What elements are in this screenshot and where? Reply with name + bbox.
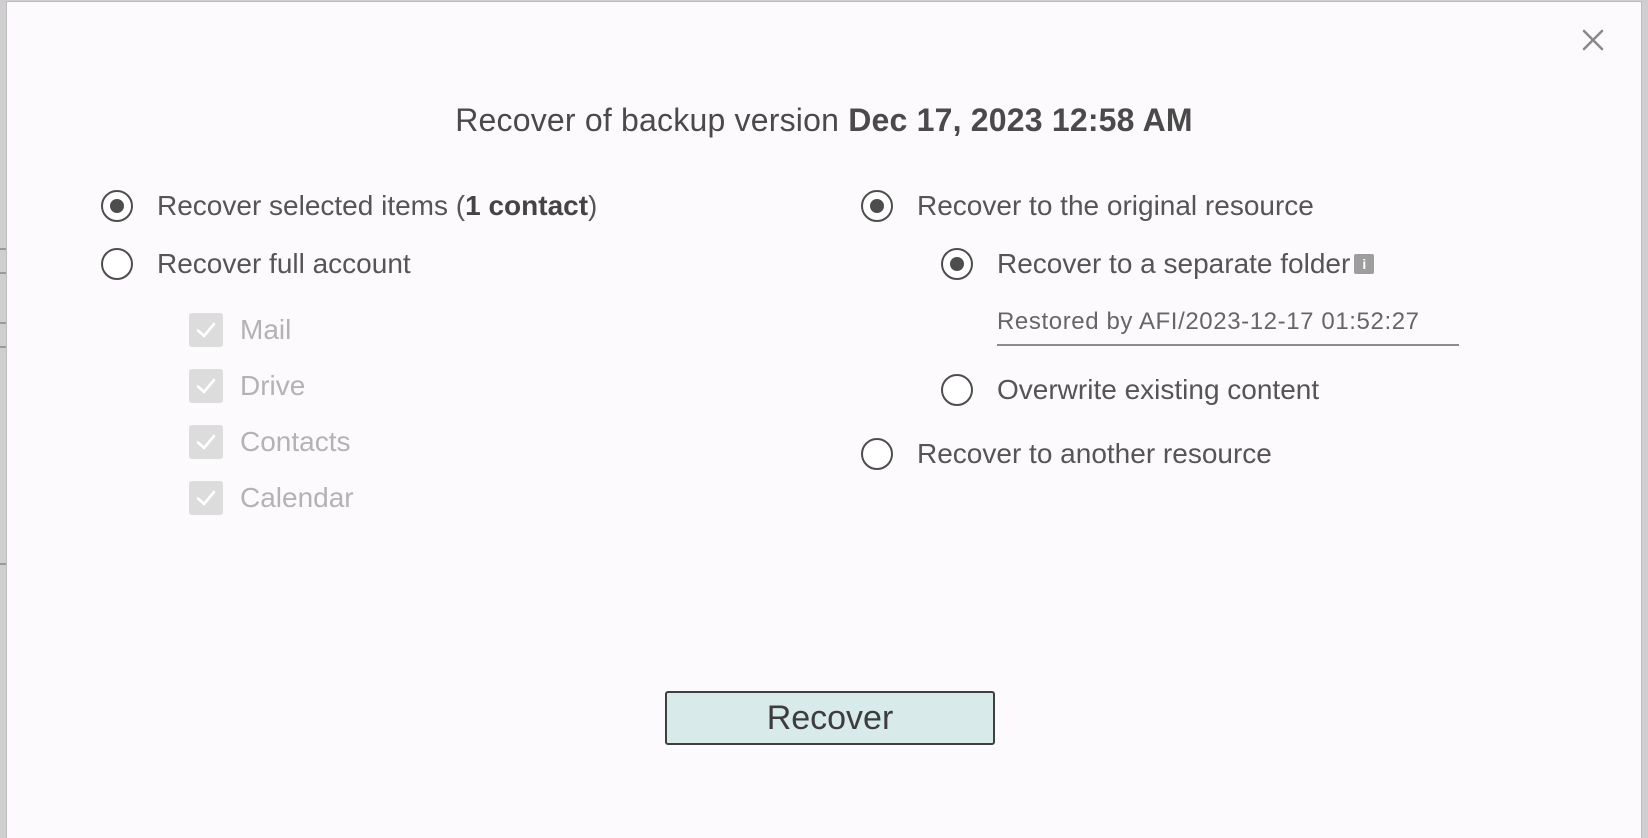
radio-recover-full-account[interactable]: Recover full account [101, 248, 411, 280]
checkbox-calendar: Calendar [189, 481, 354, 515]
recover-selected-items-label: Recover selected items (1 contact) [157, 190, 598, 221]
recover-another-resource-label: Recover to another resource [917, 438, 1272, 469]
radio-recover-another-resource[interactable]: Recover to another resource [861, 438, 1272, 470]
checkbox-disabled [189, 313, 223, 347]
recover-dialog: Recover of backup version Dec 17, 2023 1… [6, 1, 1642, 838]
radio-button-unselected[interactable] [941, 374, 973, 406]
recover-full-account-label: Recover full account [157, 248, 411, 279]
checkbox-label-calendar: Calendar [240, 482, 354, 513]
info-icon[interactable]: i [1354, 253, 1375, 274]
radio-button-selected[interactable] [861, 190, 893, 222]
recover-original-resource-label: Recover to the original resource [917, 190, 1314, 221]
checkbox-label-contacts: Contacts [240, 426, 351, 457]
radio-button-selected[interactable] [941, 248, 973, 280]
separate-folder-name-input[interactable] [997, 300, 1459, 346]
close-button[interactable] [1575, 22, 1611, 58]
radio-recover-original-resource[interactable]: Recover to the original resource [861, 190, 1314, 222]
checkmark-icon [196, 490, 216, 506]
title-prefix: Recover of backup version [455, 102, 849, 138]
checkbox-disabled [189, 481, 223, 515]
checkbox-disabled [189, 425, 223, 459]
recover-button[interactable]: Recover [665, 691, 995, 745]
checkbox-label-mail: Mail [240, 314, 292, 345]
checkbox-label-drive: Drive [240, 370, 306, 401]
checkmark-icon [196, 322, 216, 338]
radio-recover-selected-items[interactable]: Recover selected items (1 contact) [101, 190, 597, 222]
radio-button-unselected[interactable] [861, 438, 893, 470]
close-icon [1582, 29, 1604, 51]
dialog-title: Recover of backup version Dec 17, 2023 1… [7, 102, 1641, 139]
checkmark-icon [196, 378, 216, 394]
recover-separate-folder-label: Recover to a separate folder i [997, 248, 1375, 280]
radio-overwrite-existing-content[interactable]: Overwrite existing content [941, 374, 1319, 406]
checkbox-disabled [189, 369, 223, 403]
checkbox-drive: Drive [189, 369, 305, 403]
backup-version-date: Dec 17, 2023 12:58 AM [848, 102, 1193, 138]
radio-recover-separate-folder[interactable]: Recover to a separate folder i [941, 248, 1375, 280]
radio-button-unselected[interactable] [101, 248, 133, 280]
checkbox-mail: Mail [189, 313, 291, 347]
overwrite-existing-content-label: Overwrite existing content [997, 374, 1320, 405]
checkmark-icon [196, 434, 216, 450]
checkbox-contacts: Contacts [189, 425, 351, 459]
radio-button-selected[interactable] [101, 190, 133, 222]
